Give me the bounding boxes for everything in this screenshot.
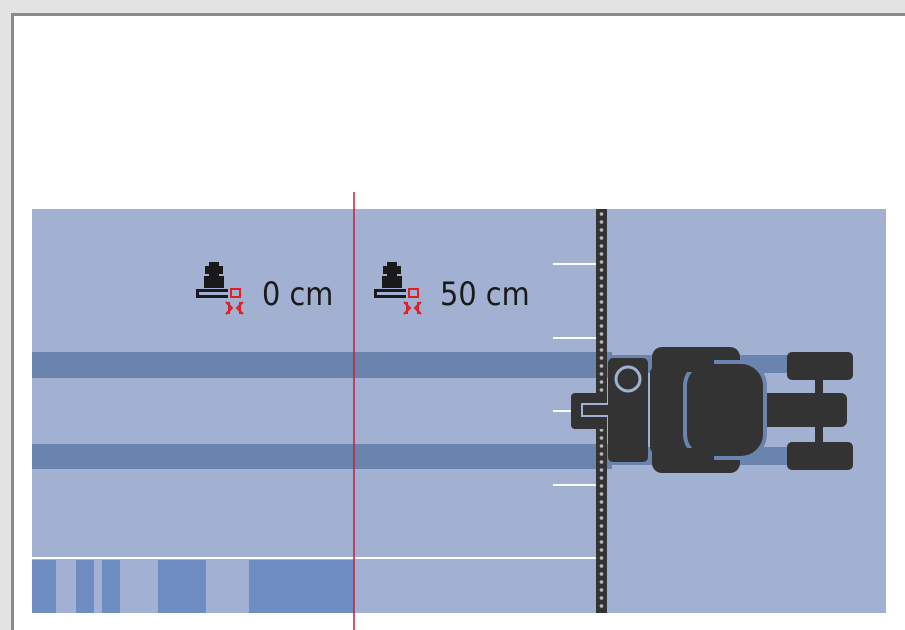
- track-stripe-upper: [32, 352, 612, 378]
- right-offset-label: 50 cm: [440, 275, 530, 313]
- track-stripe-lower: [32, 444, 612, 469]
- covered-area: [32, 560, 354, 613]
- left-offset-label: 0 cm: [262, 275, 333, 313]
- tractor-icon: [571, 347, 853, 473]
- offset-diagram: 0 cm 50 cm: [32, 192, 886, 630]
